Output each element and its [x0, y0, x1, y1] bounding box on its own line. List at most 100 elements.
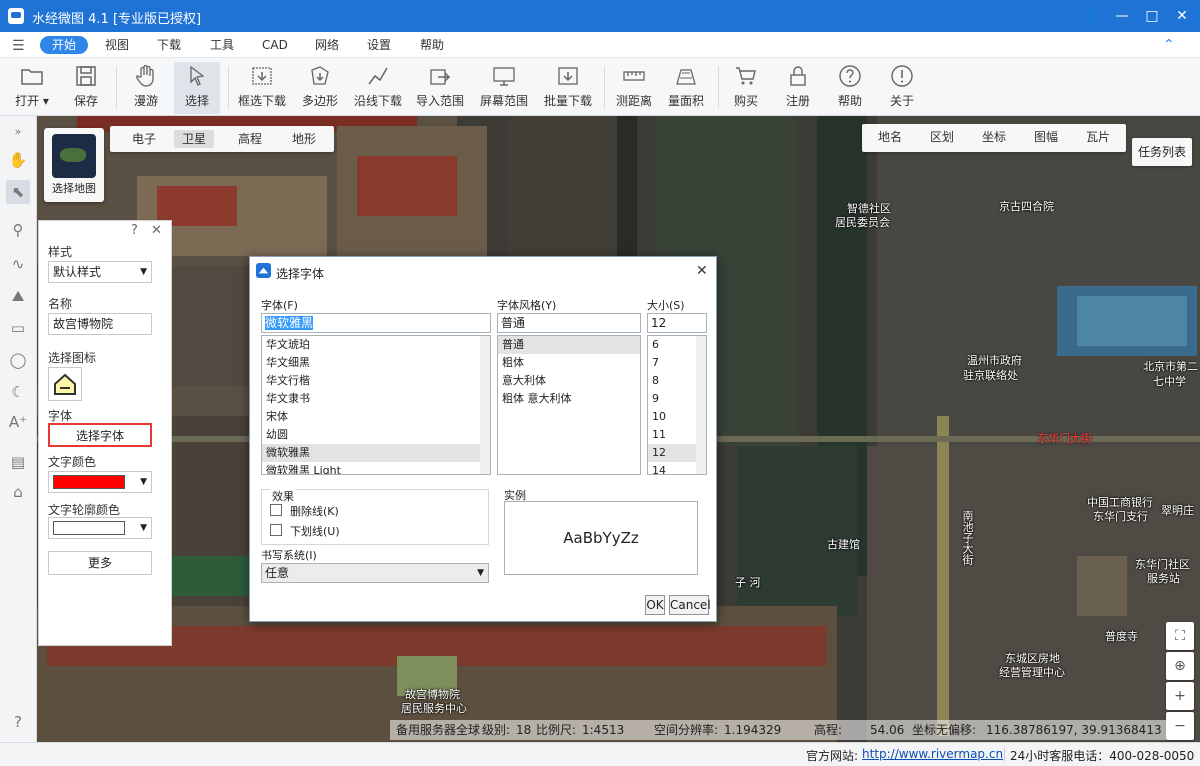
font-style-input[interactable]: 普通	[497, 313, 641, 333]
menu-view[interactable]: 视图	[105, 36, 129, 54]
hand-tool-icon[interactable]: ✋	[6, 148, 30, 172]
select-map-button[interactable]: 选择地图	[44, 128, 104, 202]
tab-coordinate[interactable]: 坐标	[974, 128, 1014, 146]
list-item[interactable]: 华文行楷	[262, 372, 490, 390]
zoom-out-button[interactable]: −	[1166, 712, 1194, 740]
map-label: 居民服务中心	[401, 702, 467, 715]
select-button[interactable]: 选择	[174, 62, 220, 114]
name-field[interactable]: 故宫博物院	[48, 313, 152, 335]
cancel-button[interactable]: Cancel	[669, 595, 711, 615]
tab-division[interactable]: 区划	[922, 128, 962, 146]
line-tool-icon[interactable]: ∿	[6, 252, 30, 276]
import-range-button[interactable]: 导入范围	[414, 62, 466, 114]
maximize-button[interactable]: □	[1138, 4, 1166, 28]
polygon-download-button[interactable]: 多边形	[298, 62, 342, 114]
ok-button[interactable]: OK	[645, 595, 665, 615]
menu-start[interactable]: 开始	[40, 36, 89, 54]
strikeout-checkbox[interactable]	[270, 504, 282, 516]
scrollbar[interactable]	[480, 336, 490, 474]
measure-area-button[interactable]: 量面积	[664, 62, 708, 114]
list-item[interactable]: 华文细黑	[262, 354, 490, 372]
menu-settings[interactable]: 设置	[367, 36, 391, 54]
help-button[interactable]: 帮助	[830, 62, 870, 114]
close-icon[interactable]: ✕	[151, 223, 162, 238]
circle-tool-icon[interactable]: ◯	[6, 348, 30, 372]
hamburger-menu-icon[interactable]: ☰	[12, 38, 25, 54]
task-list-button[interactable]: 任务列表	[1132, 138, 1192, 166]
menu-network[interactable]: 网络	[315, 36, 339, 54]
icon-picker-button[interactable]	[48, 367, 82, 401]
text-color-picker[interactable]: ▼	[48, 471, 152, 493]
list-item-selected[interactable]: 微软雅黑	[262, 444, 490, 462]
menu-cad[interactable]: CAD	[262, 36, 288, 54]
tab-electronic[interactable]: 电子	[124, 130, 164, 148]
pan-button[interactable]: 漫游	[126, 62, 166, 114]
box-download-button[interactable]: 框选下载	[236, 62, 288, 114]
font-size-input[interactable]: 12	[647, 313, 707, 333]
map-label: 温州市政府	[967, 354, 1022, 367]
script-select[interactable]: 任意 ▼	[261, 563, 489, 583]
user-icon[interactable]: 👤	[1078, 4, 1106, 28]
list-item[interactable]: 华文隶书	[262, 390, 490, 408]
list-item[interactable]: 意大利体	[498, 372, 640, 390]
about-button[interactable]: 关于	[882, 62, 922, 114]
marker-tool-icon[interactable]: ⚲	[6, 218, 30, 242]
ruler-tool-icon[interactable]: ▤	[6, 450, 30, 474]
collapse-ribbon-icon[interactable]: ⌃	[1163, 36, 1175, 54]
help-circle-icon[interactable]: ?	[6, 710, 30, 734]
tab-satellite[interactable]: 卫星	[174, 130, 215, 148]
font-family-input[interactable]: 微软雅黑	[261, 313, 491, 333]
save-button[interactable]: 保存	[66, 62, 106, 114]
batch-download-button[interactable]: 批量下载	[542, 62, 594, 114]
tab-placename[interactable]: 地名	[870, 128, 910, 146]
list-item[interactable]: 华文琥珀	[262, 336, 490, 354]
select-tool-icon[interactable]: ⬉	[6, 180, 30, 204]
text-tool-icon[interactable]: A⁺	[6, 410, 30, 434]
area-measure-tool-icon[interactable]: ⌂	[6, 480, 30, 504]
line-download-button[interactable]: 沿线下载	[352, 62, 404, 114]
rectangle-tool-icon[interactable]: ▭	[6, 316, 30, 340]
style-select[interactable]: 默认样式 ▼	[48, 261, 152, 283]
site-link[interactable]: http://www.rivermap.cn	[862, 747, 1003, 761]
font-style-list[interactable]: 普通 粗体 意大利体 粗体 意大利体	[497, 335, 641, 475]
arc-tool-icon[interactable]: ☾	[6, 380, 30, 404]
outline-color-picker[interactable]: ▼	[48, 517, 152, 539]
close-button[interactable]: ✕	[1168, 4, 1196, 28]
list-item[interactable]: 粗体	[498, 354, 640, 372]
area-tool-icon[interactable]: ⛰	[6, 284, 30, 308]
register-button[interactable]: 注册	[778, 62, 818, 114]
elevation-value: 54.06	[870, 723, 905, 737]
dialog-close-icon[interactable]: ✕	[696, 263, 708, 279]
scrollbar[interactable]	[696, 336, 706, 474]
house-icon	[54, 373, 76, 395]
font-size-list[interactable]: 6 7 8 9 10 11 12 14	[647, 335, 707, 475]
font-family-list[interactable]: 华文琥珀 华文细黑 华文行楷 华文隶书 宋体 幼圆 微软雅黑 微软雅黑 Ligh…	[261, 335, 491, 475]
resolution-label: 空间分辨率:	[654, 723, 719, 737]
tab-tile[interactable]: 瓦片	[1078, 128, 1118, 146]
list-item[interactable]: 微软雅黑 Light	[262, 462, 490, 474]
open-button[interactable]: 打开 ▾	[12, 62, 52, 114]
expand-sidebar-icon[interactable]: »	[6, 120, 30, 144]
more-button[interactable]: 更多	[48, 551, 152, 575]
help-icon[interactable]: ?	[131, 223, 138, 238]
underline-checkbox[interactable]	[270, 524, 282, 536]
list-item-selected[interactable]: 普通	[498, 336, 640, 354]
tab-terrain[interactable]: 地形	[284, 130, 324, 148]
select-font-button[interactable]: 选择字体	[48, 423, 152, 447]
menu-tools[interactable]: 工具	[210, 36, 234, 54]
tab-elevation[interactable]: 高程	[230, 130, 270, 148]
list-item[interactable]: 宋体	[262, 408, 490, 426]
menu-download[interactable]: 下载	[157, 36, 181, 54]
locate-icon[interactable]: ⊕	[1166, 652, 1194, 680]
buy-button[interactable]: 购买	[726, 62, 766, 114]
fullscreen-icon[interactable]: ⛶	[1166, 622, 1194, 650]
menu-help[interactable]: 帮助	[420, 36, 444, 54]
tab-mapsheet[interactable]: 图幅	[1026, 128, 1066, 146]
list-item[interactable]: 粗体 意大利体	[498, 390, 640, 408]
minimize-button[interactable]: —	[1108, 4, 1136, 28]
list-item[interactable]: 幼圆	[262, 426, 490, 444]
measure-distance-button[interactable]: 测距离	[612, 62, 656, 114]
screen-range-button[interactable]: 屏幕范围	[478, 62, 530, 114]
zoom-in-button[interactable]: +	[1166, 682, 1194, 710]
site-label: 官方网站:	[806, 749, 859, 763]
